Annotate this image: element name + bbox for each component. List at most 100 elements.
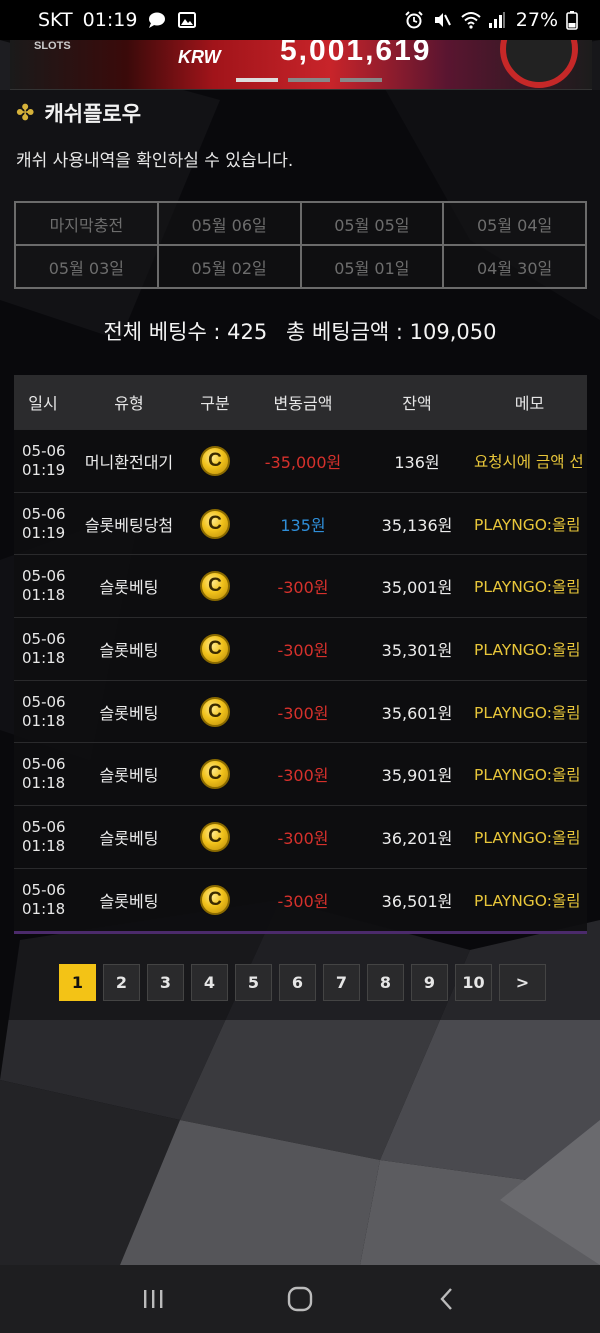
row-amount: -300원 xyxy=(277,891,329,911)
page-subtitle: 캐쉬 사용내역을 확인하실 수 있습니다. xyxy=(16,151,294,171)
coin-icon: C xyxy=(200,821,230,852)
date-tab[interactable]: 마지막충전 xyxy=(15,202,158,245)
banner-slots-label: SLOTS xyxy=(34,40,71,52)
table-row: 05-06 01:19 머니환전대기 C -35,000원 136원 요청시에 금액 선 xyxy=(14,429,587,492)
wifi-icon xyxy=(460,10,481,30)
row-time: 01:19 xyxy=(22,523,66,542)
row-memo: PLAYNGO:올림 xyxy=(474,828,581,847)
betting-summary: 전체 베팅수 : 425 총 베팅금액 : 109,050 xyxy=(0,316,600,346)
page-button[interactable]: 8 xyxy=(367,964,404,1001)
column-header: 잔액 xyxy=(402,394,432,413)
row-type: 슬롯베팅 xyxy=(99,640,159,660)
system-nav-bar xyxy=(0,1265,600,1333)
date-filter-grid: 마지막충전 05월 06일 05월 05일 05월 04일 05월 03일 05… xyxy=(14,201,587,289)
row-memo: PLAYNGO:올림 xyxy=(474,703,581,722)
row-date: 05-06 xyxy=(22,504,66,523)
date-tab[interactable]: 05월 03일 xyxy=(15,245,158,288)
row-balance: 35,136원 xyxy=(381,515,453,535)
page-button[interactable]: 7 xyxy=(323,964,360,1001)
page-button[interactable]: 3 xyxy=(147,964,184,1001)
date-tab[interactable]: 05월 06일 xyxy=(157,202,301,245)
row-type: 슬롯베팅당첨 xyxy=(84,515,174,535)
row-amount: -300원 xyxy=(277,766,329,786)
table-row: 05-06 01:19 슬롯베팅당첨 C 135원 35,136원 PLAYNGO:올림 xyxy=(14,491,587,555)
banner-currency: KRW xyxy=(178,47,221,67)
row-datetime: 05-06 01:18 xyxy=(14,567,72,605)
table-header: 일시 유형 구분 변동금액 잔액 메모 xyxy=(14,375,587,429)
row-datetime: 05-06 01:19 xyxy=(14,505,72,543)
row-memo: PLAYNGO:올림 xyxy=(474,640,581,659)
table-row: 05-06 01:18 슬롯베팅 C -300원 35,901원 PLAYNGO:올림 xyxy=(14,742,587,805)
row-type: 슬롯베팅 xyxy=(99,703,159,723)
row-time: 01:18 xyxy=(22,774,66,793)
coin-icon: C xyxy=(200,696,230,727)
back-icon[interactable] xyxy=(427,1279,467,1319)
row-type: 슬롯베팅 xyxy=(99,578,159,598)
table-row: 05-06 01:18 슬롯베팅 C -300원 36,501원 PLAYNGO:올림 xyxy=(14,867,587,931)
row-amount: -300원 xyxy=(277,640,329,660)
date-tab[interactable]: 05월 02일 xyxy=(157,245,301,288)
alarm-icon xyxy=(404,10,424,30)
row-time: 01:18 xyxy=(22,711,66,730)
banner-dot[interactable] xyxy=(340,78,382,82)
home-icon[interactable] xyxy=(280,1279,320,1319)
page: SKT 01:19 27% SLOTS KRW 5,001,619 ✤ 캐쉬플로… xyxy=(0,0,600,1333)
row-memo: PLAYNGO:올림 xyxy=(474,578,581,597)
column-header: 메모 xyxy=(514,394,545,413)
row-memo: PLAYNGO:올림 xyxy=(474,891,581,910)
battery-icon xyxy=(566,10,586,30)
row-date: 05-06 xyxy=(22,629,66,648)
signal-icon xyxy=(488,10,508,30)
row-balance: 136원 xyxy=(394,452,440,472)
date-tab[interactable]: 05월 05일 xyxy=(300,202,444,245)
date-tab[interactable]: 05월 04일 xyxy=(443,202,586,245)
page-button[interactable]: 10 xyxy=(455,964,492,1001)
clover-icon: ✤ xyxy=(16,100,35,126)
status-bar: SKT 01:19 27% xyxy=(0,0,600,40)
date-tab[interactable]: 05월 01일 xyxy=(300,245,444,288)
page-button[interactable]: 6 xyxy=(279,964,316,1001)
banner-amount: 5,001,619 xyxy=(280,40,432,67)
row-memo: 요청시에 금액 선 xyxy=(474,452,584,471)
coin-icon: C xyxy=(200,884,230,915)
promo-banner[interactable]: SLOTS KRW 5,001,619 xyxy=(10,40,592,90)
page-button[interactable]: 5 xyxy=(235,964,272,1001)
page-button[interactable]: 4 xyxy=(191,964,228,1001)
table-row: 05-06 01:18 슬롯베팅 C -300원 35,301원 PLAYNGO:올림 xyxy=(14,617,587,680)
cashflow-table: 일시 유형 구분 변동금액 잔액 메모 05-06 01:19 머니환전대기 C -35… xyxy=(14,375,587,934)
table-row: 05-06 01:18 슬롯베팅 C -300원 36,201원 PLAYNGO:올림 xyxy=(14,805,587,868)
page-button[interactable]: 9 xyxy=(411,964,448,1001)
date-tab[interactable]: 04월 30일 xyxy=(443,245,586,288)
row-balance: 36,201원 xyxy=(381,828,453,848)
page-title: 캐쉬플로우 xyxy=(44,102,142,126)
battery-level: 27% xyxy=(515,9,558,31)
recent-apps-icon[interactable] xyxy=(133,1279,173,1319)
row-time: 01:18 xyxy=(22,899,66,918)
banner-dot[interactable] xyxy=(288,78,330,82)
banner-indicator[interactable] xyxy=(236,78,382,82)
banner-dot[interactable] xyxy=(236,78,278,82)
page-button[interactable]: 1 xyxy=(59,964,96,1001)
mute-icon xyxy=(432,10,452,30)
row-date: 05-06 xyxy=(22,755,66,774)
row-type: 슬롯베팅 xyxy=(99,891,159,911)
next-page-button[interactable]: > xyxy=(499,964,546,1001)
gallery-icon xyxy=(177,10,197,30)
table-row: 05-06 01:18 슬롯베팅 C -300원 35,001원 PLAYNGO:올림 xyxy=(14,554,587,617)
section-header: ✤ 캐쉬플로우 xyxy=(16,98,141,128)
chat-bubble-icon xyxy=(147,10,167,30)
row-time: 01:18 xyxy=(22,648,66,667)
row-amount: -300원 xyxy=(277,578,329,598)
coin-icon: C xyxy=(200,759,230,790)
clock: 01:19 xyxy=(82,9,138,31)
row-datetime: 05-06 01:18 xyxy=(14,818,72,856)
row-date: 05-06 xyxy=(22,692,66,711)
row-balance: 35,001원 xyxy=(381,578,453,598)
row-datetime: 05-06 01:19 xyxy=(14,442,72,480)
row-type: 슬롯베팅 xyxy=(99,766,159,786)
column-header: 일시 xyxy=(28,394,58,413)
row-balance: 35,601원 xyxy=(381,703,453,723)
page-button[interactable]: 2 xyxy=(103,964,140,1001)
row-time: 01:18 xyxy=(22,836,66,855)
column-header: 구분 xyxy=(200,394,230,413)
